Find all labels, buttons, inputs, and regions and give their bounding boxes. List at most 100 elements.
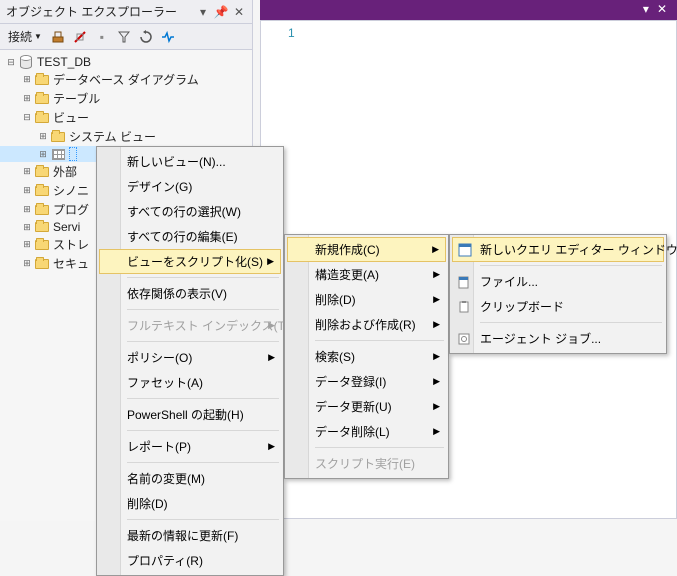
tree-label: ストレ — [53, 236, 89, 253]
menu-clipboard[interactable]: クリップボード — [452, 294, 664, 319]
menu-file[interactable]: ファイル... — [452, 269, 664, 294]
tree-node-tables[interactable]: ⊞ テーブル — [0, 89, 252, 108]
menu-reports[interactable]: レポート(P)▶ — [99, 434, 281, 459]
expand-icon[interactable]: ⊞ — [20, 220, 34, 234]
menu-separator — [127, 277, 279, 278]
menu-delete-to[interactable]: データ削除(L) ▶ — [287, 419, 446, 444]
folder-icon — [34, 111, 50, 125]
menu-new-view[interactable]: 新しいビュー(N)... — [99, 149, 281, 174]
menu-label: すべての行の編集(E) — [127, 228, 238, 245]
submenu-arrow-icon: ▶ — [432, 244, 439, 255]
menu-label: データ削除(L) — [315, 423, 390, 440]
menu-create-to[interactable]: 新規作成(C)▶ — [287, 237, 446, 262]
refresh-icon[interactable] — [136, 27, 156, 47]
menu-start-powershell[interactable]: PowerShell の起動(H) — [99, 402, 281, 427]
menu-label: ファセット(A) — [127, 374, 203, 391]
menu-delete[interactable]: 削除(D) — [99, 491, 281, 516]
close-icon[interactable]: ✕ — [232, 5, 246, 19]
menu-edit-all-rows[interactable]: すべての行の編集(E) — [99, 224, 281, 249]
tree-label: データベース ダイアグラム — [53, 71, 199, 88]
menu-separator — [315, 447, 444, 448]
tab-close-icon[interactable]: ✕ — [657, 2, 667, 16]
stop-icon[interactable]: ▪ — [92, 27, 112, 47]
context-menu-target: 新しいクエリ エディター ウィンドウ ファイル... クリップボード エージェン… — [449, 234, 667, 354]
menu-label: レポート(P) — [127, 438, 191, 455]
connect-button[interactable]: 接続 ▼ — [4, 26, 46, 47]
menu-label: ファイル... — [480, 273, 538, 290]
folder-icon — [34, 238, 50, 252]
dropdown-icon[interactable]: ▾ — [196, 5, 210, 19]
menu-view-dependencies[interactable]: 依存関係の表示(V) — [99, 281, 281, 306]
chevron-down-icon: ▼ — [34, 32, 42, 41]
expand-icon[interactable]: ⊞ — [20, 184, 34, 198]
panel-header: オブジェクト エクスプローラー ▾ 📌 ✕ — [0, 0, 252, 24]
menu-properties[interactable]: プロパティ(R) — [99, 548, 281, 573]
submenu-arrow-icon: ▶ — [268, 352, 275, 363]
menu-select-all-rows[interactable]: すべての行の選択(W) — [99, 199, 281, 224]
agent-job-icon — [456, 331, 472, 347]
context-menu-script: 新規作成(C)▶ 構造変更(A)▶ 削除(D)▶ 削除および作成(R)▶ 検索(… — [284, 234, 449, 479]
expand-icon[interactable]: ⊞ — [36, 147, 50, 161]
file-icon — [456, 274, 472, 290]
expand-icon[interactable]: ⊞ — [36, 130, 50, 144]
menu-drop-to[interactable]: 削除(D) ▶ — [287, 287, 446, 312]
connect-obj-icon[interactable] — [48, 27, 68, 47]
expand-icon[interactable]: ⊞ — [20, 165, 34, 179]
disconnect-icon[interactable] — [70, 27, 90, 47]
menu-separator — [127, 309, 279, 310]
line-number: 1 — [288, 26, 295, 40]
tree-node-diagrams[interactable]: ⊞ データベース ダイアグラム — [0, 70, 252, 89]
tree-label: プログ — [53, 201, 89, 218]
menu-facets[interactable]: ファセット(A) — [99, 370, 281, 395]
menu-script-view[interactable]: ビューをスクリプト化(S)▶ — [99, 249, 281, 274]
tab-dropdown-icon[interactable]: ▾ — [643, 2, 649, 16]
expand-icon[interactable]: ⊞ — [20, 257, 34, 271]
menu-insert-to[interactable]: データ登録(I)▶ — [287, 369, 446, 394]
submenu-arrow-icon: ▶ — [433, 319, 440, 330]
folder-icon — [34, 165, 50, 179]
expand-icon[interactable]: ⊞ — [20, 73, 34, 87]
folder-icon — [34, 203, 50, 217]
menu-update-to[interactable]: データ更新(U)▶ — [287, 394, 446, 419]
menu-label: 新しいビュー(N)... — [127, 153, 226, 170]
menu-separator — [127, 430, 279, 431]
menu-agent-job[interactable]: エージェント ジョブ... — [452, 326, 664, 351]
menu-drop-create-to[interactable]: 削除および作成(R) ▶ — [287, 312, 446, 337]
menu-label: 名前の変更(M) — [127, 470, 205, 487]
menu-separator — [480, 265, 662, 266]
collapse-icon[interactable]: ⊟ — [20, 111, 34, 125]
filter-icon[interactable] — [114, 27, 134, 47]
menu-refresh[interactable]: 最新の情報に更新(F) — [99, 523, 281, 548]
menu-policies[interactable]: ポリシー(O)▶ — [99, 345, 281, 370]
menu-design[interactable]: デザイン(G) — [99, 174, 281, 199]
folder-icon — [34, 184, 50, 198]
menu-label: 削除(D) — [315, 291, 356, 308]
tree-node-views[interactable]: ⊟ ビュー — [0, 108, 252, 127]
tree-label: システム ビュー — [69, 128, 156, 145]
menu-label: 削除および作成(R) — [315, 316, 416, 333]
menu-label: 構造変更(A) — [315, 266, 379, 283]
activity-icon[interactable] — [158, 27, 178, 47]
tree-label: シノニ — [53, 182, 89, 199]
menu-label: デザイン(G) — [127, 178, 192, 195]
pin-icon[interactable]: 📌 — [214, 5, 228, 19]
menu-label: データ登録(I) — [315, 373, 386, 390]
tab-controls: ▾ ✕ — [643, 2, 667, 16]
folder-icon — [34, 92, 50, 106]
tree-label: Servi — [53, 220, 80, 234]
submenu-arrow-icon: ▶ — [433, 294, 440, 305]
tree-node-database[interactable]: ⊟ TEST_DB — [0, 54, 252, 70]
menu-rename[interactable]: 名前の変更(M) — [99, 466, 281, 491]
tree-node-system-views[interactable]: ⊞ システム ビュー — [0, 127, 252, 146]
folder-icon — [34, 220, 50, 234]
menu-select-to[interactable]: 検索(S)▶ — [287, 344, 446, 369]
menu-alter-to[interactable]: 構造変更(A)▶ — [287, 262, 446, 287]
view-icon — [50, 147, 66, 161]
expand-icon[interactable]: ⊞ — [20, 203, 34, 217]
menu-new-query-window[interactable]: 新しいクエリ エディター ウィンドウ — [452, 237, 664, 262]
expand-icon[interactable]: ⊞ — [20, 238, 34, 252]
collapse-icon[interactable]: ⊟ — [4, 55, 18, 69]
menu-label: フルテキスト インデックス(T) — [127, 317, 289, 334]
submenu-arrow-icon: ▶ — [433, 426, 440, 437]
expand-icon[interactable]: ⊞ — [20, 92, 34, 106]
